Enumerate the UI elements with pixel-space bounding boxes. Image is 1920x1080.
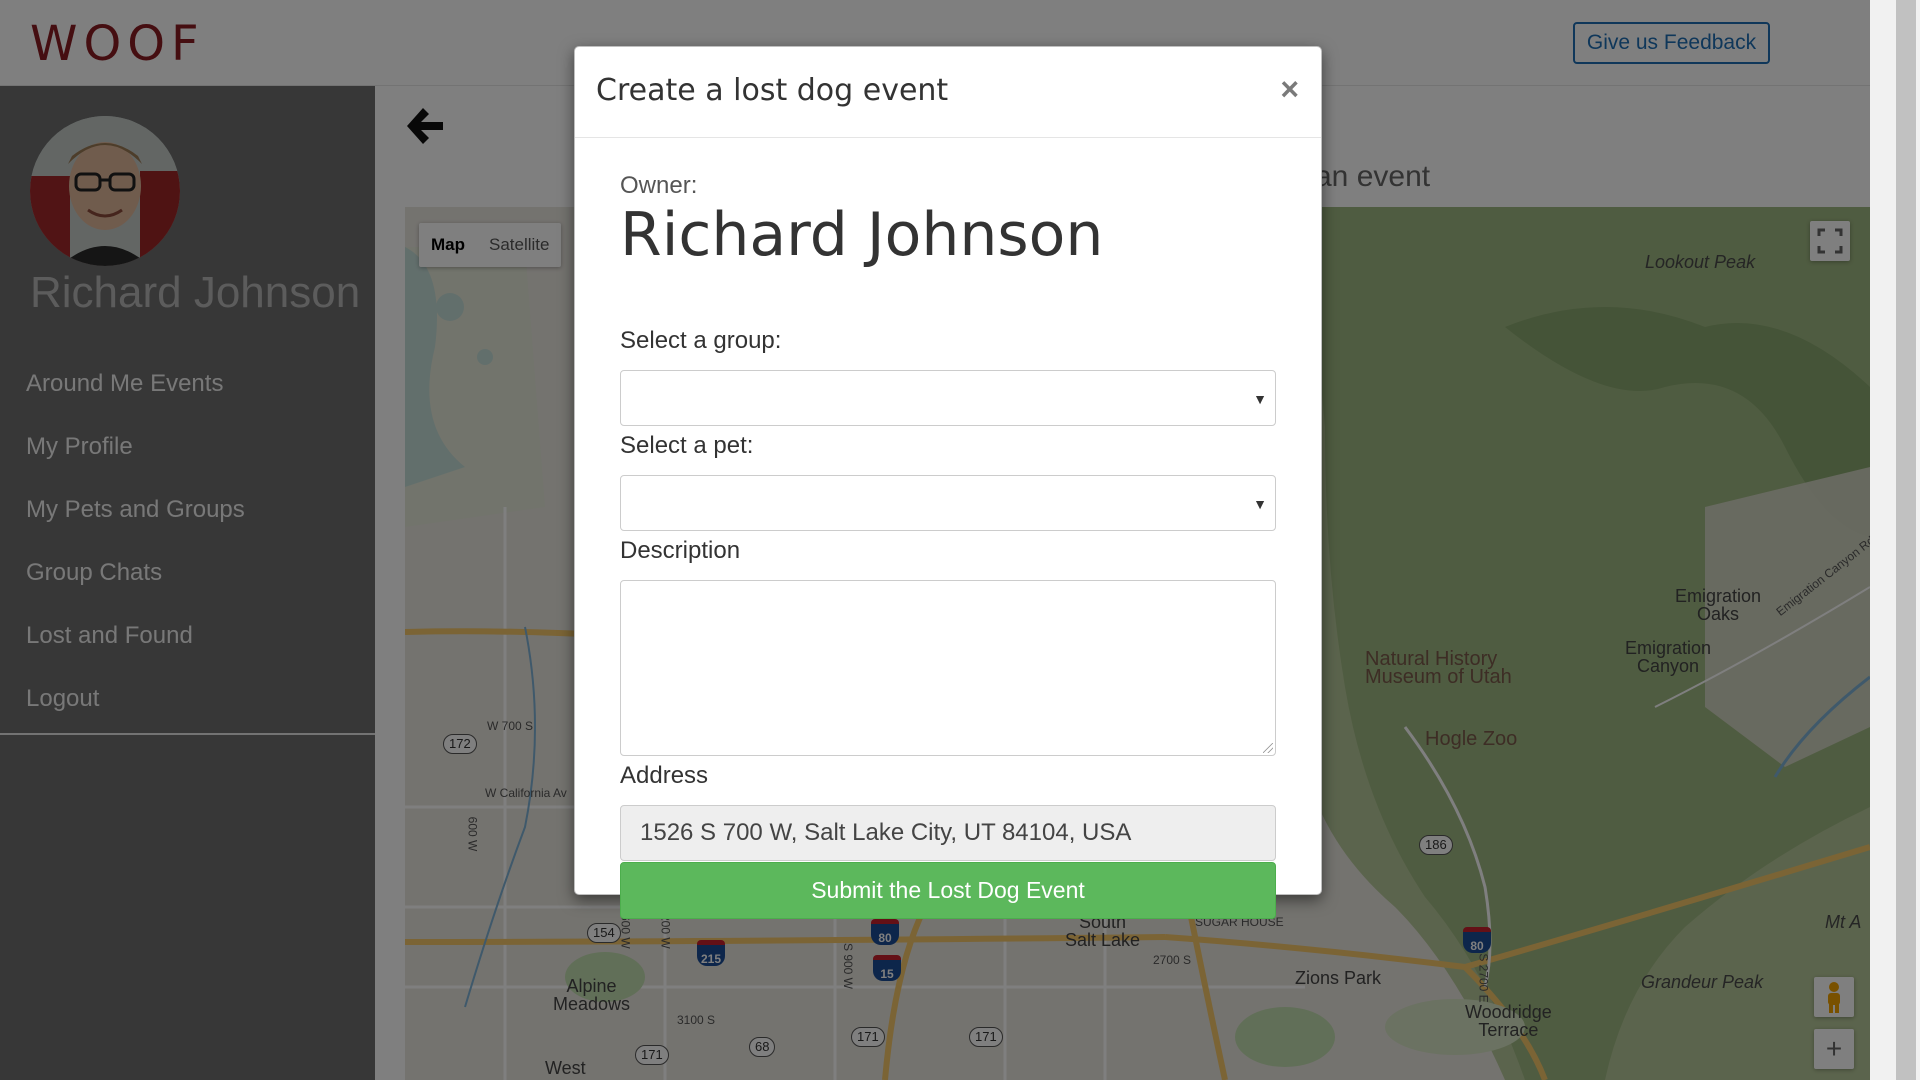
- submit-lost-dog-button[interactable]: Submit the Lost Dog Event: [620, 862, 1276, 919]
- scrollbar-thumb[interactable]: [1896, 0, 1916, 1080]
- description-label: Description: [620, 537, 741, 564]
- address-label: Address: [620, 762, 709, 789]
- pet-label: Select a pet:: [620, 432, 754, 459]
- group-select[interactable]: ▼: [620, 370, 1276, 426]
- pet-select[interactable]: ▼: [620, 475, 1276, 531]
- page-scrollbar[interactable]: [1870, 0, 1920, 1080]
- group-label: Select a group:: [620, 327, 782, 354]
- resize-grip-icon[interactable]: [1263, 743, 1273, 753]
- owner-label: Owner:: [620, 172, 698, 199]
- close-icon[interactable]: ×: [1280, 73, 1299, 105]
- chevron-down-icon: ▼: [1253, 391, 1267, 407]
- owner-name: Richard Johnson: [620, 200, 1104, 270]
- lost-dog-modal: Create a lost dog event × Owner: Richard…: [574, 46, 1322, 919]
- description-textarea[interactable]: [620, 580, 1276, 756]
- address-input[interactable]: 1526 S 700 W, Salt Lake City, UT 84104, …: [620, 805, 1276, 861]
- modal-title: Create a lost dog event: [596, 73, 949, 108]
- chevron-down-icon: ▼: [1253, 496, 1267, 512]
- modal-header: Create a lost dog event ×: [575, 47, 1321, 138]
